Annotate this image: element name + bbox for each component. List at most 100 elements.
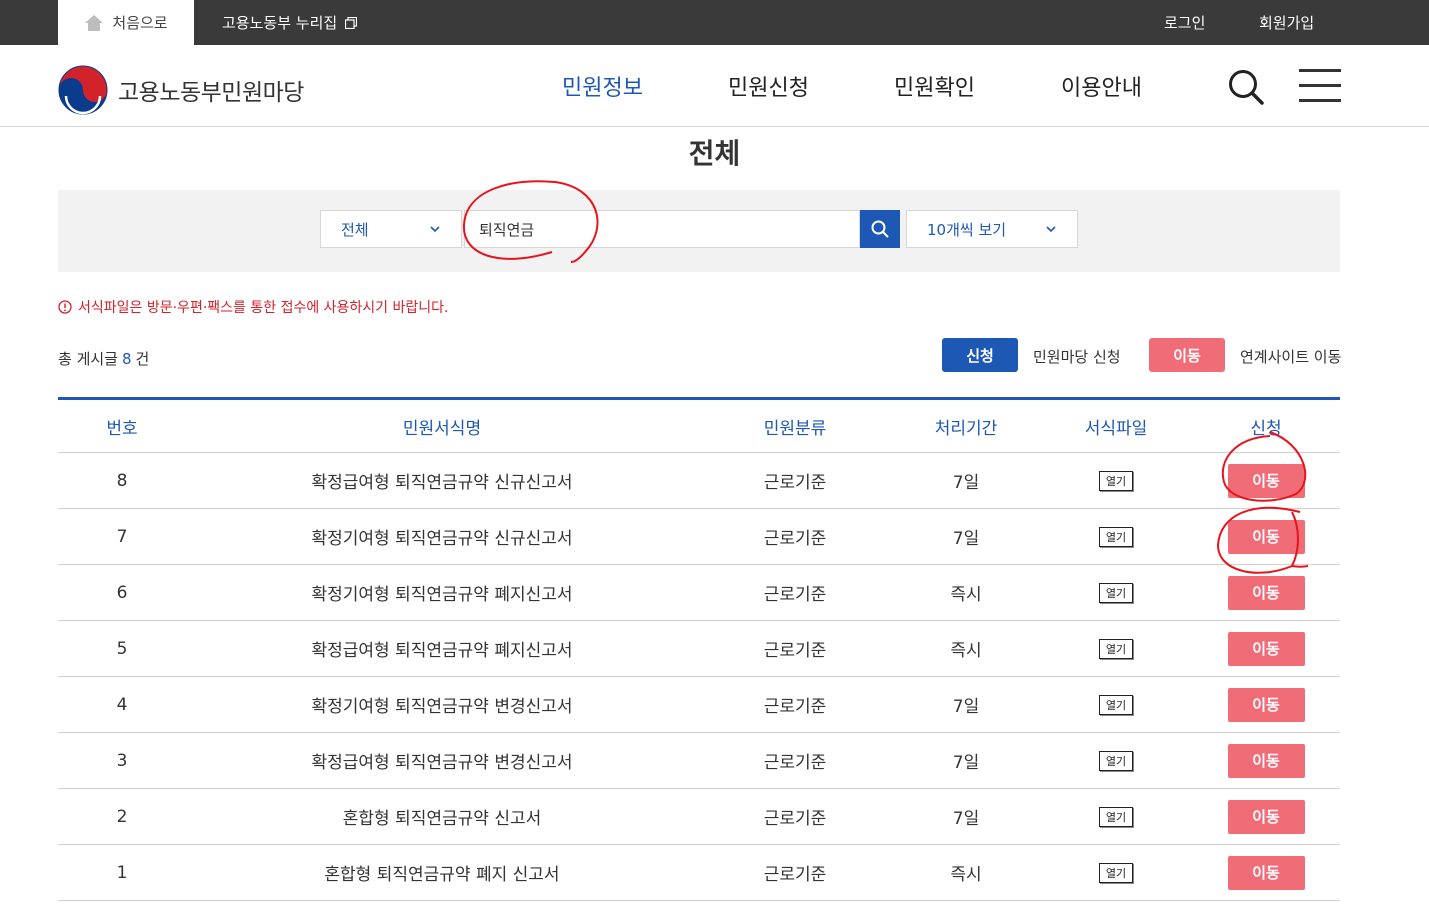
- move-button[interactable]: 이동: [1227, 855, 1305, 890]
- civil-form-table: 번호 민원서식명 민원분류 처리기간 서식파일 신청 8 확정급여형 퇴직연금규…: [58, 397, 1340, 901]
- login-link[interactable]: 로그인: [1164, 12, 1205, 33]
- page-size-select[interactable]: 10개씩 보기: [906, 210, 1078, 248]
- row-number: 7: [116, 526, 128, 547]
- header-processing-period: 처리기간: [934, 418, 998, 439]
- table-header: 번호 민원서식명 민원분류 처리기간 서식파일 신청: [58, 400, 1340, 453]
- move-button[interactable]: 이동: [1227, 687, 1305, 722]
- nav-civil-apply[interactable]: 민원신청: [728, 70, 809, 102]
- top-utility-bar: 처음으로 고용노동부 누리집 로그인 회원가입: [0, 0, 1429, 45]
- external-link-icon: [345, 16, 358, 29]
- total-suffix: 건: [135, 350, 150, 368]
- hamburger-menu-icon[interactable]: [1299, 69, 1341, 103]
- legend-move-desc: 연계사이트 이동: [1240, 348, 1342, 366]
- ministry-site-link[interactable]: 고용노동부 누리집: [222, 0, 358, 45]
- chevron-down-icon: [430, 226, 440, 233]
- row-number: 5: [116, 638, 128, 659]
- home-label: 처음으로: [112, 14, 168, 32]
- page-size-select-value: 10개씩 보기: [927, 220, 1007, 239]
- form-file-notice: 서식파일은 방문·우편·팩스를 통한 접수에 사용하시기 바랍니다.: [58, 297, 448, 317]
- total-number: 8: [121, 350, 132, 368]
- nav-civil-info[interactable]: 민원정보: [562, 70, 643, 102]
- row-category: 근로기준: [763, 753, 827, 773]
- signup-link[interactable]: 회원가입: [1259, 12, 1314, 33]
- row-number: 8: [116, 470, 128, 491]
- row-category: 근로기준: [763, 697, 827, 717]
- header-form-name: 민원서식명: [402, 418, 482, 439]
- table-row: 6 확정기여형 퇴직연금규약 폐지신고서 근로기준 즉시 열기 이동: [58, 565, 1340, 621]
- open-file-button[interactable]: 열기: [1098, 695, 1134, 715]
- row-category: 근로기준: [763, 809, 827, 829]
- row-form-name[interactable]: 혼합형 퇴직연금규약 폐지 신고서: [186, 860, 698, 885]
- legend-move-badge: 이동: [1149, 338, 1225, 372]
- page-title: 전체: [688, 137, 741, 170]
- move-button[interactable]: 이동: [1227, 799, 1305, 834]
- open-file-button[interactable]: 열기: [1098, 807, 1134, 827]
- ministry-site-label: 고용노동부 누리집: [222, 14, 338, 32]
- row-form-name[interactable]: 확정급여형 퇴직연금규약 변경신고서: [186, 748, 698, 773]
- home-icon: [85, 14, 104, 31]
- row-number: 4: [116, 694, 128, 715]
- row-period: 7일: [952, 697, 980, 717]
- move-button[interactable]: 이동: [1227, 743, 1305, 778]
- open-file-button[interactable]: 열기: [1098, 751, 1134, 771]
- notice-text: 서식파일은 방문·우편·팩스를 통한 접수에 사용하시기 바랍니다.: [78, 300, 449, 316]
- row-form-name[interactable]: 확정급여형 퇴직연금규약 신규신고서: [186, 468, 698, 493]
- open-file-button[interactable]: 열기: [1098, 863, 1134, 883]
- magnifier-icon: [871, 220, 889, 238]
- move-button[interactable]: 이동: [1227, 463, 1305, 498]
- row-form-name[interactable]: 확정기여형 퇴직연금규약 신규신고서: [186, 524, 698, 549]
- table-row: 2 혼합형 퇴직연금규약 신고서 근로기준 7일 열기 이동: [58, 789, 1340, 845]
- search-panel: 전체 10개씩 보기: [58, 190, 1340, 272]
- row-period: 즉시: [950, 865, 982, 885]
- row-number: 3: [116, 750, 128, 771]
- open-file-button[interactable]: 열기: [1098, 471, 1134, 491]
- row-period: 7일: [952, 753, 980, 773]
- site-header: 고용노동부민원마당 민원정보 민원신청 민원확인 이용안내: [0, 45, 1429, 127]
- row-category: 근로기준: [763, 529, 827, 549]
- open-file-button[interactable]: 열기: [1098, 527, 1134, 547]
- site-name: 고용노동부민원마당: [118, 80, 304, 106]
- row-number: 6: [116, 582, 128, 603]
- search-input[interactable]: [464, 210, 860, 248]
- table-row: 8 확정급여형 퇴직연금규약 신규신고서 근로기준 7일 열기 이동: [58, 453, 1340, 509]
- row-number: 1: [116, 862, 128, 883]
- header-category: 민원분류: [763, 418, 827, 439]
- open-file-button[interactable]: 열기: [1098, 639, 1134, 659]
- move-button[interactable]: 이동: [1227, 575, 1305, 610]
- header-form-file: 서식파일: [1084, 418, 1148, 439]
- row-form-name[interactable]: 확정기여형 퇴직연금규약 폐지신고서: [186, 580, 698, 605]
- row-category: 근로기준: [763, 585, 827, 605]
- table-row: 7 확정기여형 퇴직연금규약 신규신고서 근로기준 7일 열기 이동: [58, 509, 1340, 565]
- search-button[interactable]: [860, 210, 900, 248]
- taegeuk-emblem-icon: [58, 65, 108, 115]
- legend-apply-badge: 신청: [942, 338, 1018, 372]
- row-period: 즉시: [950, 585, 982, 605]
- row-period: 즉시: [950, 641, 982, 661]
- total-count: 총 게시글 8 건: [58, 348, 149, 369]
- row-form-name[interactable]: 확정기여형 퇴직연금규약 변경신고서: [186, 692, 698, 717]
- row-category: 근로기준: [763, 641, 827, 661]
- row-form-name[interactable]: 확정급여형 퇴직연금규약 폐지신고서: [186, 636, 698, 661]
- row-period: 7일: [952, 529, 980, 549]
- move-button[interactable]: 이동: [1227, 519, 1305, 554]
- row-category: 근로기준: [763, 473, 827, 493]
- info-icon: [58, 300, 72, 314]
- nav-usage-guide[interactable]: 이용안내: [1061, 70, 1142, 102]
- move-button[interactable]: 이동: [1227, 631, 1305, 666]
- category-select-value: 전체: [341, 220, 369, 239]
- open-file-button[interactable]: 열기: [1098, 583, 1134, 603]
- category-select[interactable]: 전체: [320, 210, 462, 248]
- home-link[interactable]: 처음으로: [58, 0, 194, 45]
- row-number: 2: [116, 806, 128, 827]
- search-icon[interactable]: [1228, 69, 1264, 105]
- chevron-down-icon: [1046, 226, 1056, 233]
- nav-civil-check[interactable]: 민원확인: [894, 70, 975, 102]
- header-apply: 신청: [1250, 418, 1282, 439]
- row-period: 7일: [952, 809, 980, 829]
- total-prefix: 총 게시글: [58, 350, 118, 368]
- table-row: 3 확정급여형 퇴직연금규약 변경신고서 근로기준 7일 열기 이동: [58, 733, 1340, 789]
- row-form-name[interactable]: 혼합형 퇴직연금규약 신고서: [186, 804, 698, 829]
- header-number: 번호: [106, 418, 138, 439]
- row-category: 근로기준: [763, 865, 827, 885]
- site-logo[interactable]: 고용노동부민원마당: [58, 65, 304, 115]
